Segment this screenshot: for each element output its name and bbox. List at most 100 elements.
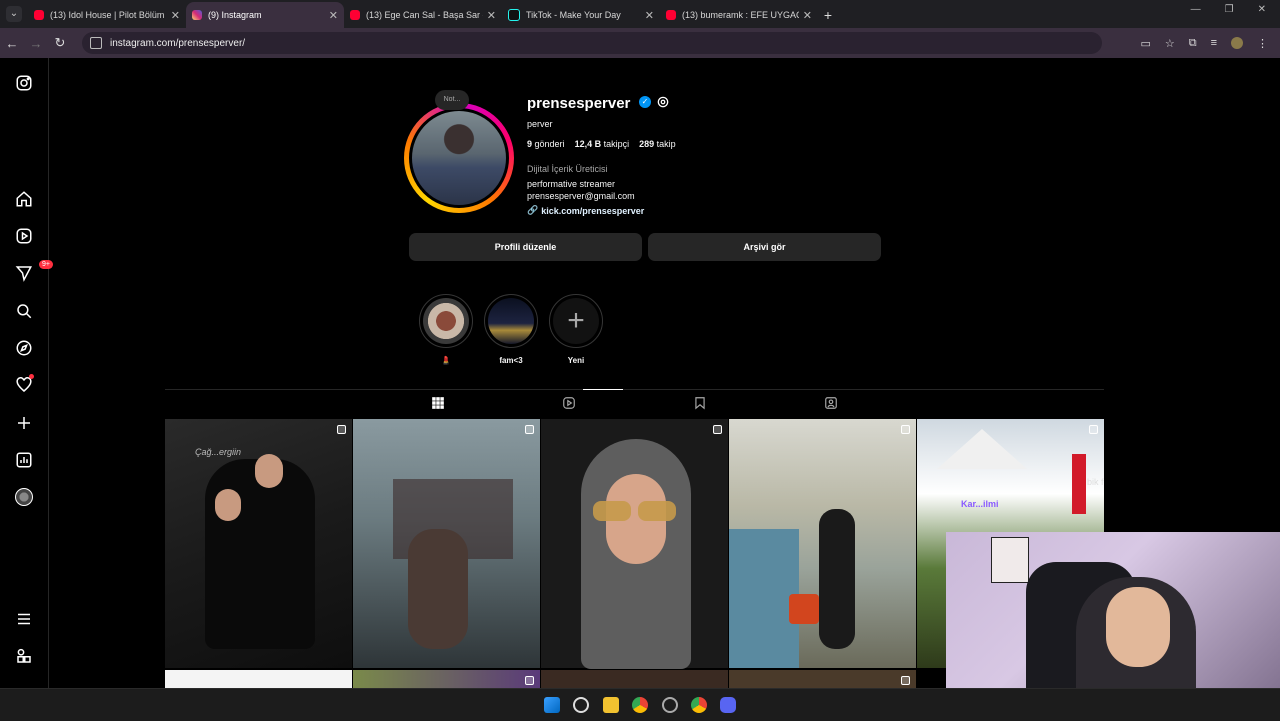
menu-dots-icon[interactable]: ⋮ — [1257, 37, 1268, 50]
bio-line: performative streamer — [527, 179, 616, 189]
story-highlight[interactable]: 💄 — [418, 294, 474, 365]
story-highlight[interactable]: fam<3 — [483, 294, 539, 365]
new-tab-button[interactable]: + — [818, 7, 838, 23]
bio-link[interactable]: 🔗 kick.com/prensesperver — [527, 205, 644, 216]
post-thumbnail[interactable] — [353, 419, 540, 668]
following-label: takip — [656, 139, 676, 149]
note-bubble[interactable]: Not... — [435, 90, 469, 110]
bio-link-text: kick.com/prensesperver — [541, 205, 645, 216]
taskbar-search-icon[interactable] — [573, 697, 589, 713]
dashboard-icon[interactable] — [15, 451, 33, 469]
post-thumbnail[interactable] — [729, 670, 916, 688]
new-highlight[interactable]: + Yeni — [548, 294, 604, 365]
chrome-icon[interactable] — [632, 697, 648, 713]
app-icon[interactable] — [662, 697, 678, 713]
windows-taskbar — [0, 688, 1280, 721]
profile-avatar-icon[interactable] — [1231, 36, 1243, 49]
url-text: instagram.com/prensesperver/ — [110, 37, 246, 49]
browser-tab-active[interactable]: (9) Instagram ✕ — [186, 2, 344, 28]
extensions-icon[interactable]: ⧉ — [1189, 37, 1197, 50]
maximize-icon[interactable]: ❐ — [1225, 4, 1234, 15]
more-menu-icon[interactable] — [15, 610, 33, 628]
cast-icon[interactable]: ▭ — [1140, 37, 1150, 50]
saved-tab-icon[interactable] — [693, 396, 707, 410]
settings-gear-icon[interactable] — [656, 95, 670, 109]
youtube-icon — [350, 10, 360, 20]
following-number: 289 — [639, 139, 655, 149]
verified-badge-icon: ✓ — [639, 96, 651, 108]
minimize-icon[interactable]: — — [1191, 4, 1201, 15]
tab-title: TikTok - Make Your Day — [526, 10, 621, 20]
plus-icon: + — [553, 298, 599, 344]
reload-icon[interactable]: ↻ — [48, 35, 72, 51]
close-icon[interactable]: ✕ — [329, 9, 338, 22]
carousel-icon — [901, 425, 910, 434]
carousel-icon — [525, 676, 534, 685]
discord-icon[interactable] — [720, 697, 736, 713]
tab-title: (9) Instagram — [208, 10, 262, 20]
reels-icon[interactable] — [15, 227, 33, 245]
post-thumbnail[interactable] — [541, 670, 728, 688]
create-icon[interactable] — [15, 414, 33, 432]
profile-stats: 9 gönderi 12,4 B takipçi 289 takip — [527, 139, 676, 149]
window-controls: — ❐ ✕ — [1191, 4, 1280, 15]
tab-title: (13) Ege Can Sal - Başa Sar - Yo — [366, 10, 483, 20]
forward-icon[interactable]: → — [24, 36, 48, 51]
highlight-label: fam<3 — [499, 356, 523, 365]
instagram-icon — [192, 10, 202, 20]
reels-tab-icon[interactable] — [562, 396, 576, 410]
carousel-icon — [1089, 425, 1098, 434]
highlight-cover[interactable] — [484, 294, 538, 348]
search-icon[interactable] — [15, 302, 33, 320]
browser-tab[interactable]: (13) Idol House | Pilot Bölüm - ✕ — [28, 2, 186, 28]
windows-start-icon[interactable] — [544, 697, 560, 713]
edit-profile-button[interactable]: Profili düzenle — [409, 233, 642, 261]
bookmark-star-icon[interactable]: ☆ — [1165, 37, 1175, 50]
highlight-cover[interactable] — [419, 294, 473, 348]
chrome-profile-icon[interactable] — [691, 697, 707, 713]
back-icon[interactable]: ← — [0, 36, 24, 51]
instagram-sidebar: 9+ — [0, 58, 53, 688]
close-icon[interactable]: ✕ — [487, 9, 496, 22]
tagged-tab-icon[interactable] — [824, 396, 838, 410]
media-icon[interactable]: ≡ — [1211, 37, 1217, 50]
close-icon[interactable]: ✕ — [645, 9, 654, 22]
url-field[interactable]: instagram.com/prensesperver/ — [82, 32, 1102, 54]
profile-picture-ring[interactable] — [404, 103, 514, 213]
posts-label: gönderi — [534, 139, 565, 149]
followers-number: 12,4 B — [574, 139, 602, 149]
profile-username: prensesperver — [527, 95, 631, 112]
post-thumbnail[interactable] — [541, 419, 728, 669]
heart-icon[interactable] — [15, 374, 34, 394]
file-explorer-icon[interactable] — [603, 697, 619, 713]
browser-tab[interactable]: (13) Ege Can Sal - Başa Sar - Yo ✕ — [344, 2, 502, 28]
home-icon[interactable] — [15, 190, 33, 208]
new-highlight-circle[interactable]: + — [549, 294, 603, 348]
post-thumbnail[interactable] — [165, 670, 352, 688]
toolbar-icons: ▭ ☆ ⧉ ≡ ⋮ — [1140, 36, 1280, 50]
also-from-meta-icon[interactable] — [15, 647, 33, 665]
followers-label: takipçi — [603, 139, 630, 149]
tiktok-icon — [508, 9, 520, 21]
post-thumbnail[interactable] — [729, 419, 916, 668]
messages-icon[interactable]: 9+ — [15, 260, 53, 282]
browser-tab[interactable]: TikTok - Make Your Day ✕ — [502, 2, 660, 28]
close-icon[interactable]: ✕ — [803, 9, 812, 22]
instagram-logo-icon[interactable] — [15, 74, 33, 92]
youtube-icon — [34, 10, 44, 20]
profile-avatar[interactable] — [15, 488, 33, 506]
close-window-icon[interactable]: ✕ — [1258, 4, 1266, 15]
profile-picture[interactable] — [409, 108, 509, 208]
tab-search-button[interactable]: ⌄ — [6, 6, 22, 22]
site-info-icon[interactable] — [90, 37, 102, 49]
explore-icon[interactable] — [15, 339, 33, 357]
profile-category: Dijital İçerik Üreticisi — [527, 164, 608, 174]
following-count[interactable]: 289 takip — [639, 139, 676, 149]
browser-tab[interactable]: (13) bumeramk : EFE UYGAC AM ✕ — [660, 2, 818, 28]
followers-count[interactable]: 12,4 B takipçi — [575, 139, 630, 149]
post-thumbnail[interactable] — [353, 670, 540, 688]
posts-grid-icon[interactable] — [431, 396, 445, 410]
close-icon[interactable]: ✕ — [171, 9, 180, 22]
post-thumbnail[interactable]: Çağ...ergiin — [165, 419, 352, 668]
view-archive-button[interactable]: Arşivi gör — [648, 233, 881, 261]
